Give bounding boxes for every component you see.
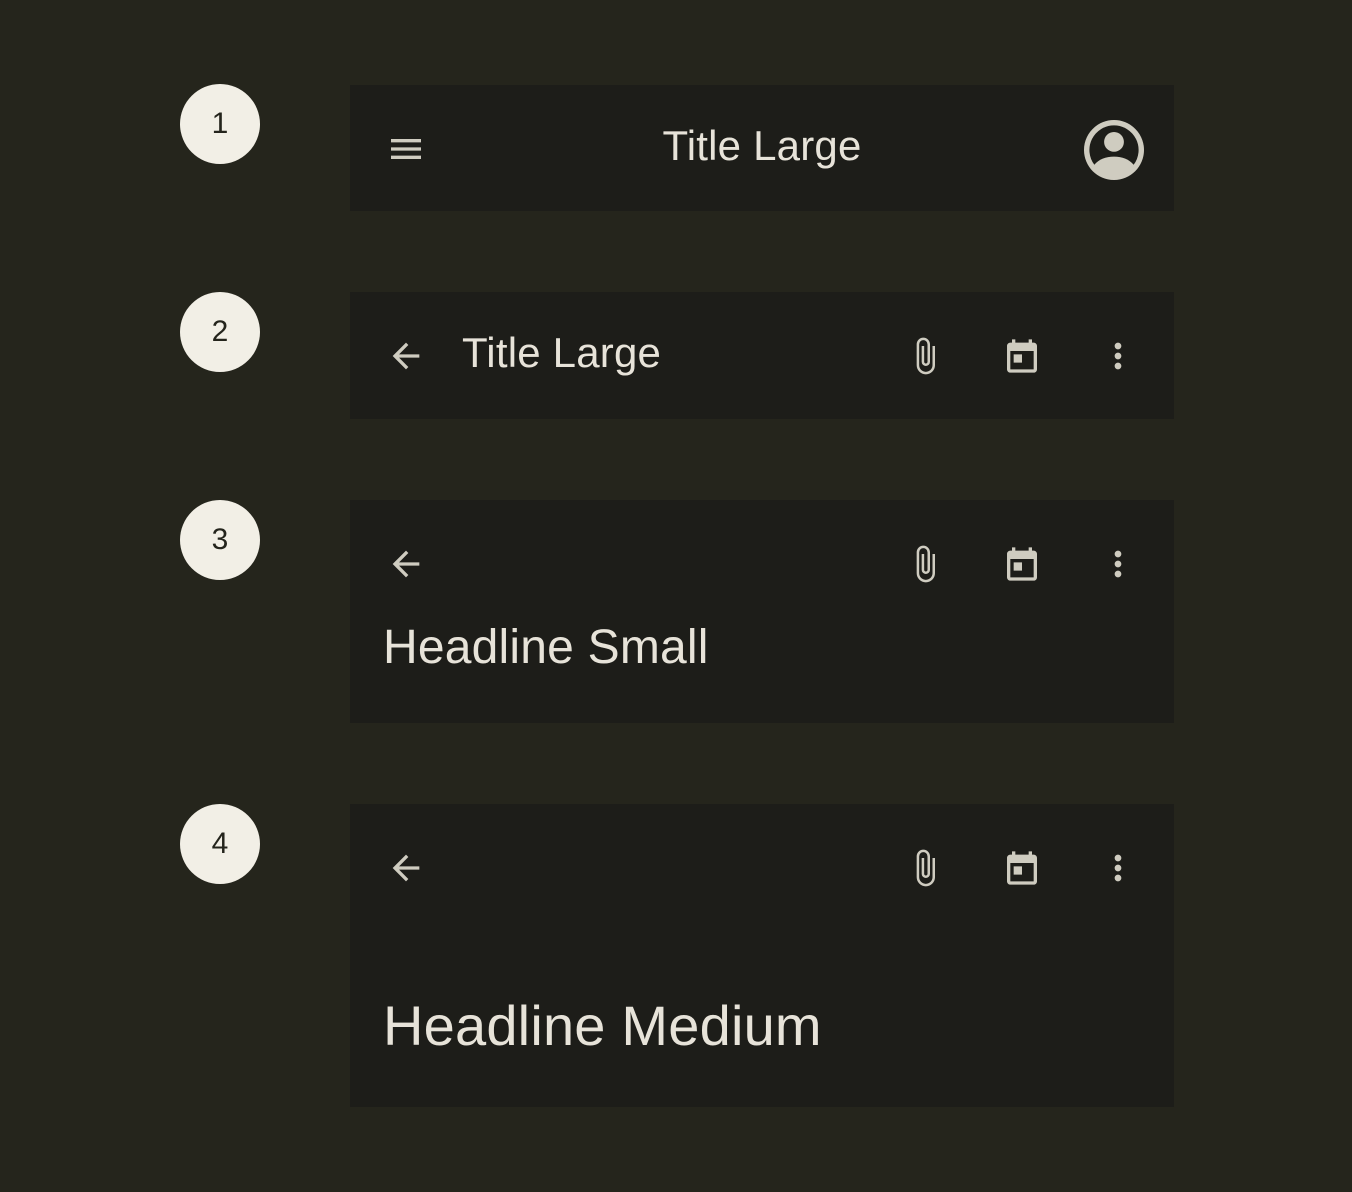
more-vert-icon[interactable] bbox=[1098, 336, 1138, 376]
calendar-icon[interactable] bbox=[1002, 336, 1042, 376]
step-badge-2: 2 bbox=[180, 292, 260, 372]
more-vert-icon[interactable] bbox=[1098, 544, 1138, 584]
calendar-icon[interactable] bbox=[1002, 544, 1042, 584]
top-app-bar-small: Title Large bbox=[350, 292, 1174, 419]
account-circle-icon[interactable] bbox=[1078, 114, 1150, 186]
calendar-icon[interactable] bbox=[1002, 848, 1042, 888]
attach-file-icon[interactable] bbox=[905, 848, 945, 888]
attach-file-icon[interactable] bbox=[905, 336, 945, 376]
arrow-back-icon[interactable] bbox=[386, 336, 426, 376]
step-badge-1: 1 bbox=[180, 84, 260, 164]
bar-title: Title Large bbox=[462, 329, 662, 376]
more-vert-icon[interactable] bbox=[1098, 848, 1138, 888]
bar-headline: Headline Medium bbox=[383, 994, 822, 1057]
step-badge-3: 3 bbox=[180, 500, 260, 580]
arrow-back-icon[interactable] bbox=[386, 848, 426, 888]
top-app-bar-center-aligned: Title Large bbox=[350, 85, 1174, 211]
bar-headline: Headline Small bbox=[383, 621, 709, 674]
arrow-back-icon[interactable] bbox=[386, 544, 426, 584]
top-app-bar-medium: Headline Small bbox=[350, 500, 1174, 723]
step-badge-4: 4 bbox=[180, 804, 260, 884]
top-app-bar-large: Headline Medium bbox=[350, 804, 1174, 1107]
bar-title: Title Large bbox=[662, 122, 862, 169]
attach-file-icon[interactable] bbox=[905, 544, 945, 584]
